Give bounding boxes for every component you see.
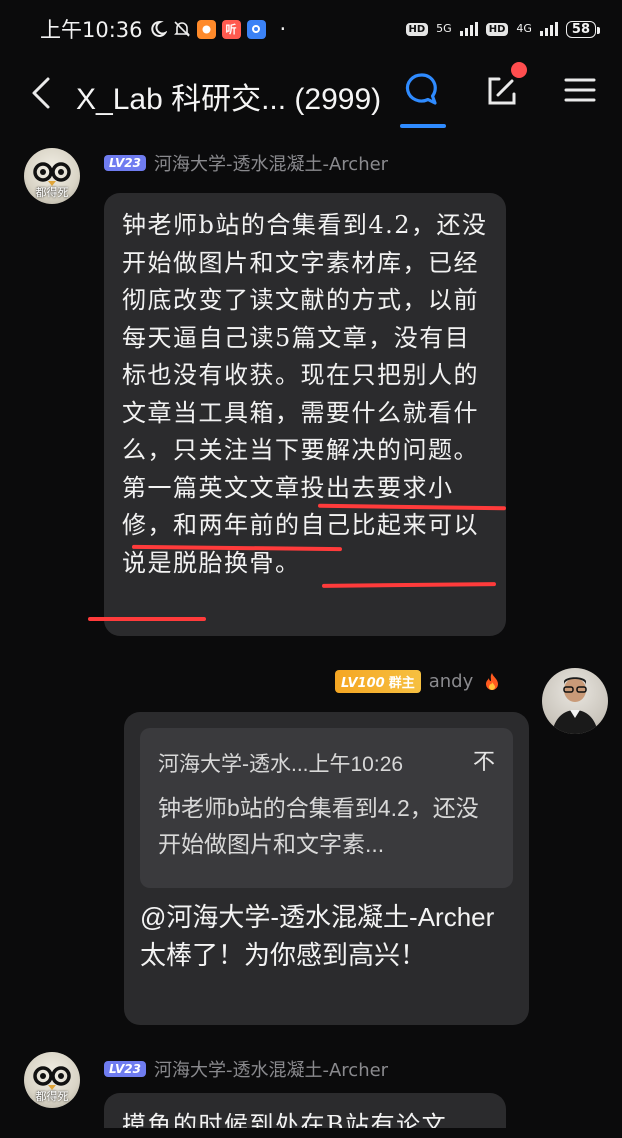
- back-chevron-icon[interactable]: [28, 73, 54, 113]
- signal-bars-2-icon: [539, 22, 558, 36]
- status-time: 上午10:36: [40, 18, 143, 42]
- level-badge: LV100 群主: [335, 670, 421, 693]
- status-dot: ·: [279, 17, 287, 41]
- annotation-underline: [88, 617, 206, 621]
- message-bubble[interactable]: 钟老师b站的合集看到4.2，还没开始做图片和文字素材库，已经彻底改变了读文献的方…: [104, 193, 506, 636]
- signal-4g: 4G: [516, 22, 532, 35]
- moon-icon: [149, 20, 167, 38]
- bottom-edge: [0, 1128, 622, 1138]
- sender-line: LV100 群主 andy: [335, 670, 503, 693]
- owner-tag: 群主: [388, 676, 415, 691]
- network-label-1: 5G: [436, 22, 452, 35]
- chat-header: X_Lab 科研交... (2999): [0, 58, 622, 130]
- chat-bubble-icon[interactable]: [402, 70, 442, 110]
- quote-collapse-button[interactable]: 不: [473, 744, 495, 776]
- network-label-2: 4G: [516, 22, 532, 35]
- avatar[interactable]: 都得死: [24, 148, 80, 204]
- level-badge: LV23: [104, 155, 146, 171]
- bell-muted-icon: [173, 20, 191, 38]
- menu-icon[interactable]: [564, 74, 596, 106]
- avatar[interactable]: 都得死: [24, 1052, 80, 1108]
- level-badge: LV23: [104, 1061, 146, 1077]
- avatar-caption: 都得死: [35, 1090, 69, 1103]
- signal-5g: 5G: [436, 22, 452, 35]
- quote-header: 河海大学-透水...上午10:26: [158, 753, 404, 776]
- sender-name[interactable]: andy: [429, 671, 474, 692]
- sender-name[interactable]: 河海大学-透水混凝土-Archer: [154, 150, 388, 176]
- group-title[interactable]: X_Lab 科研交... (2999): [76, 74, 381, 118]
- person-avatar-icon: [552, 677, 598, 734]
- sender-name[interactable]: 河海大学-透水混凝土-Archer: [154, 1056, 388, 1082]
- signal-bars-1-icon: [459, 22, 478, 36]
- fire-icon: [481, 671, 503, 693]
- hd-badge-1: HD: [405, 22, 429, 36]
- sender-line: LV23 河海大学-透水混凝土-Archer: [104, 1056, 388, 1082]
- battery-indicator: 58: [565, 20, 601, 38]
- status-bar: 上午10:36 听 · HD 5G HD 4G 58: [0, 0, 622, 58]
- notification-dot: [511, 62, 527, 78]
- avatar[interactable]: [542, 668, 608, 734]
- avatar-caption: 都得死: [35, 186, 69, 199]
- message-text: @河海大学-透水混凝土-Archer 太棒了！为你感到高兴！: [140, 902, 495, 970]
- message-text: 钟老师b站的合集看到4.2，还没开始做图片和文字素材库，已经彻底改变了读文献的方…: [122, 211, 488, 577]
- level-value: LV100: [341, 676, 385, 691]
- quoted-message[interactable]: 河海大学-透水...上午10:26 不 钟老师b站的合集看到4.2，还没开始做图…: [140, 728, 513, 888]
- quote-text: 钟老师b站的合集看到4.2，还没开始做图片和文字素...: [158, 795, 479, 857]
- active-tab-indicator: [400, 124, 446, 128]
- sender-line: LV23 河海大学-透水混凝土-Archer: [104, 150, 388, 176]
- settings-app-icon: [246, 19, 266, 39]
- message-bubble[interactable]: 河海大学-透水...上午10:26 不 钟老师b站的合集看到4.2，还没开始做图…: [124, 712, 529, 1025]
- hd-badge-2: HD: [485, 22, 509, 36]
- listen-app-icon: 听: [221, 19, 241, 39]
- app-notification-icon: [196, 19, 216, 39]
